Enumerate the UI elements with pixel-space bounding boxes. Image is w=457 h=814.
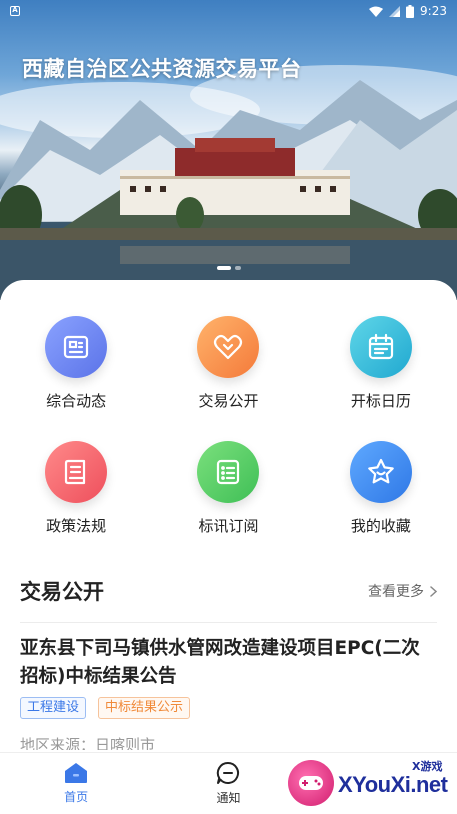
tag-status: 中标结果公示 — [98, 697, 191, 719]
main-content: 综合动态 交易公开 开标日历 政策法规 标讯订阅 我的收藏 交易公开 查看更多 … — [0, 280, 457, 814]
grid-label: 综合动态 — [46, 392, 107, 410]
status-time: 9:23 — [420, 4, 447, 18]
book-icon — [45, 441, 108, 503]
nav-label: 通知 — [216, 791, 241, 805]
nav-item-home[interactable]: 首页 — [0, 753, 152, 814]
grid-label: 开标日历 — [350, 392, 411, 410]
grid-item-trade[interactable]: 交易公开 — [152, 316, 304, 411]
grid-label: 我的收藏 — [350, 517, 411, 535]
handshake-icon — [197, 316, 260, 378]
potala-palace-image — [0, 65, 457, 300]
gamepad-icon — [288, 760, 334, 806]
nav-item-notice[interactable]: 通知 — [152, 753, 304, 814]
battery-icon — [406, 4, 415, 18]
watermark-logo: X游戏 XYouXi.net — [286, 752, 457, 814]
wifi-icon — [369, 6, 384, 17]
list-icon — [197, 441, 260, 503]
grid-item-calendar[interactable]: 开标日历 — [305, 316, 457, 411]
grid-item-policy[interactable]: 政策法规 — [0, 441, 152, 536]
grid-item-news[interactable]: 综合动态 — [0, 316, 152, 411]
view-more-label: 查看更多 — [368, 584, 424, 600]
news-tags: 工程建设 中标结果公示 — [20, 697, 191, 719]
message-icon — [217, 761, 240, 784]
grid-item-favorites[interactable]: 我的收藏 — [305, 441, 457, 536]
star-icon — [349, 441, 412, 503]
banner-title: 西藏自治区公共资源交易平台 — [22, 57, 302, 81]
section-header: 交易公开 查看更多 — [20, 576, 437, 606]
banner[interactable]: 西藏自治区公共资源交易平台 — [0, 0, 457, 300]
news-region: 地区来源：日喀则市 — [20, 736, 156, 750]
divider — [20, 622, 437, 623]
signal-icon — [389, 5, 401, 17]
status-bar: A 9:23 — [0, 0, 457, 22]
grid-label: 标讯订阅 — [198, 517, 259, 535]
grid-label: 交易公开 — [198, 392, 259, 410]
banner-dot-active[interactable] — [216, 266, 231, 270]
banner-pagination — [0, 266, 457, 270]
news-icon — [45, 316, 108, 378]
news-title[interactable]: 亚东县下司马镇供水管网改造建设项目EPC(二次招标)中标结果公告 — [20, 635, 437, 691]
watermark-text: XYouXi.net — [338, 772, 448, 797]
view-more-link[interactable]: 查看更多 — [368, 581, 437, 601]
chevron-right-icon — [430, 585, 437, 597]
grid-item-subscribe[interactable]: 标讯订阅 — [152, 441, 304, 536]
home-icon — [65, 763, 88, 783]
calendar-icon — [349, 316, 412, 378]
tag-category: 工程建设 — [20, 697, 87, 719]
banner-dot[interactable] — [234, 266, 241, 270]
app-notification-icon: A — [10, 6, 20, 16]
section-title: 交易公开 — [20, 580, 104, 604]
nav-label: 首页 — [64, 790, 89, 804]
function-grid: 综合动态 交易公开 开标日历 政策法规 标讯订阅 我的收藏 — [0, 316, 457, 536]
grid-label: 政策法规 — [46, 517, 107, 535]
